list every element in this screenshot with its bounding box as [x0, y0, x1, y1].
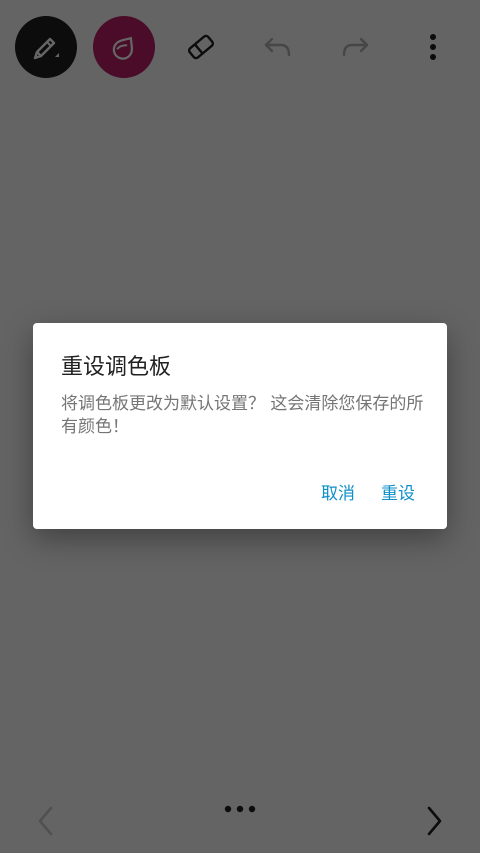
- dialog-message: 将调色板更改为默认设置？ 这会清除您保存的所有颜色！: [61, 394, 424, 437]
- dialog-title: 重设调色板: [61, 355, 172, 380]
- reset-palette-dialog: 重设调色板 将调色板更改为默认设置？ 这会清除您保存的所有颜色！ 取消 重设: [33, 323, 447, 529]
- cancel-button[interactable]: 取消: [311, 475, 365, 508]
- dialog-actions: 取消 重设: [311, 475, 425, 508]
- reset-button[interactable]: 重设: [371, 475, 425, 508]
